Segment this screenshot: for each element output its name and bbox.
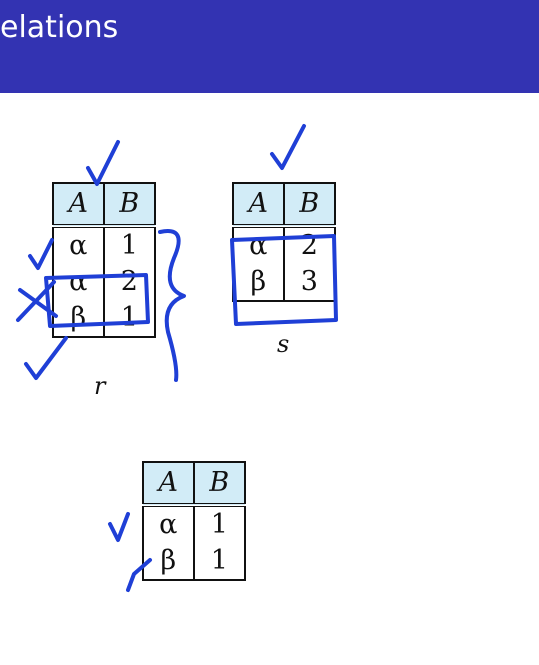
relation-s-col-b: B	[282, 183, 337, 227]
checkmark-icon	[24, 336, 68, 380]
table-row: β 3	[232, 264, 337, 301]
relation-s-caption: s	[277, 330, 290, 358]
relation-s-header-row: A B	[232, 183, 337, 227]
checkmark-icon	[28, 238, 54, 270]
relation-s-col-a: A	[232, 183, 285, 227]
slide-header: elations	[0, 0, 539, 93]
relation-s-cell: β	[232, 264, 285, 301]
cross-icon	[16, 280, 58, 322]
relation-r-col-b: B	[102, 183, 157, 227]
table-row: α 2	[52, 264, 157, 300]
result-cell: β	[142, 543, 195, 580]
table-row: β 1	[52, 300, 157, 337]
table-row: β 1	[142, 543, 247, 580]
relation-r-cell: 2	[102, 264, 157, 300]
relation-s-table: A B α 2 β 3	[232, 182, 337, 302]
relation-r-cell: α	[52, 224, 105, 264]
table-row: α 1	[52, 224, 157, 264]
relation-r-header-row: A B	[52, 183, 157, 227]
relation-s-cell: α	[232, 224, 285, 264]
checkmark-icon	[108, 512, 130, 542]
result-col-a: A	[142, 462, 195, 506]
slide-title: elations	[0, 10, 119, 45]
relation-s-cell: 2	[282, 224, 337, 264]
relation-r-table: A B α 1 α 2 β 1	[52, 182, 157, 338]
result-cell: α	[142, 503, 195, 543]
relation-r-cell: 1	[102, 300, 157, 337]
relation-s-cell: 3	[282, 264, 337, 301]
relation-r-cell: 1	[102, 224, 157, 264]
checkmark-icon	[270, 124, 306, 170]
relation-r-cell: α	[52, 264, 105, 300]
result-cell: 1	[192, 503, 247, 543]
relation-r-caption: r	[94, 372, 106, 400]
relation-r-cell: β	[52, 300, 105, 337]
relation-r-col-a: A	[52, 183, 105, 227]
result-col-b: B	[192, 462, 247, 506]
table-row: α 2	[232, 224, 337, 264]
result-header-row: A B	[142, 462, 247, 506]
brace-mark	[158, 229, 186, 382]
checkmark-icon	[86, 140, 120, 186]
result-table: A B α 1 β 1	[142, 461, 247, 581]
result-cell: 1	[192, 543, 247, 580]
table-row: α 1	[142, 503, 247, 543]
